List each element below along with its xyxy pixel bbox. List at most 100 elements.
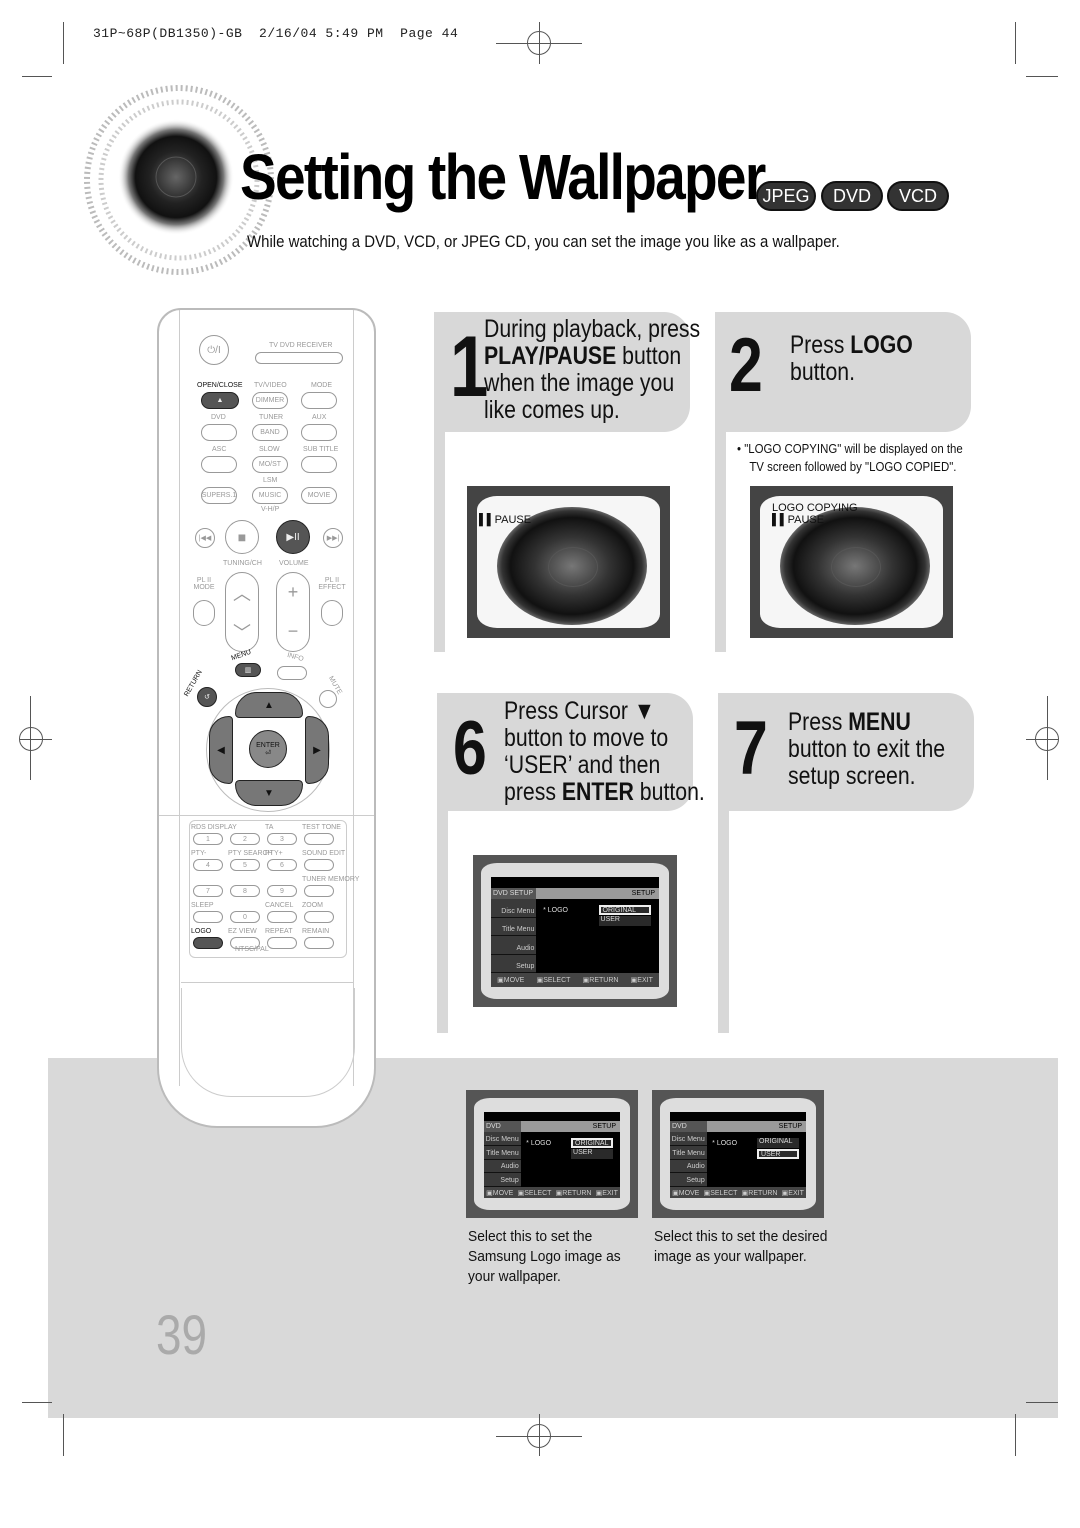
enter-label: ENTER (256, 741, 280, 749)
open-close-label: OPEN/CLOSE (197, 382, 243, 389)
tuning-rocker[interactable]: ︿ ﹀ (225, 572, 259, 652)
menu-option-user[interactable]: USER (571, 1149, 614, 1159)
stop-button[interactable]: ■ (225, 520, 259, 554)
menu-side-item[interactable]: Title Menu (491, 917, 537, 936)
print-header: 31P~68P(DB1350)-GB 2/16/04 5:49 PM Page … (93, 26, 459, 41)
open-close-button[interactable]: ▲ (201, 392, 239, 409)
logo-copying-screen: LOGO COPYING ▌▌PAUSE (750, 486, 953, 638)
tv-dvd-switch[interactable] (255, 352, 343, 364)
mute-button[interactable] (319, 690, 337, 708)
menu-side-item[interactable]: Title Menu (670, 1145, 707, 1160)
cursor-left-button[interactable]: ◀ (209, 716, 233, 784)
keypad-button[interactable] (193, 911, 223, 923)
slow-label: SLOW (259, 446, 280, 453)
keypad-button[interactable] (267, 937, 297, 949)
keypad-button[interactable]: 8 (230, 885, 260, 897)
user-option-caption: Select this to set the desired image as … (654, 1228, 828, 1265)
keypad-button[interactable]: 1 (193, 833, 223, 845)
keypad-button[interactable] (304, 859, 334, 871)
crop-mark (63, 1414, 64, 1456)
menu-option-original[interactable]: ORIGINAL (598, 905, 651, 915)
menu-option-user[interactable]: USER (757, 1149, 800, 1159)
menu-side-item[interactable]: Setup (484, 1173, 521, 1187)
pl-mode-button[interactable] (193, 600, 215, 626)
menu-side-item[interactable]: Title Menu (484, 1145, 521, 1160)
keypad-button[interactable]: 9 (267, 885, 297, 897)
subtitle-button[interactable] (301, 456, 337, 473)
most-button[interactable]: MO/ST (252, 456, 288, 473)
keypad-button[interactable] (304, 833, 334, 845)
keypad-button[interactable]: 6 (267, 859, 297, 871)
crop-mark (22, 76, 52, 77)
enter-icon: ⏎ (265, 749, 271, 757)
aux-button[interactable] (301, 424, 337, 441)
next-button[interactable]: ▶▶| (323, 528, 343, 548)
movie-button[interactable]: MOVIE (301, 487, 337, 504)
asc-button[interactable] (201, 456, 237, 473)
step-number: 2 (729, 323, 763, 408)
keypad-button[interactable] (304, 885, 334, 897)
menu-side-item[interactable]: Disc Menu (491, 899, 537, 918)
pl-effect-button[interactable] (321, 600, 343, 626)
menu-side-item[interactable]: Audio (491, 936, 537, 955)
dvd-button[interactable] (201, 424, 237, 441)
power-button[interactable]: ⏻/I (199, 335, 229, 365)
menu-header-left: DVD SETUP (491, 888, 537, 899)
menu-option-original[interactable]: ORIGINAL (757, 1138, 800, 1148)
menu-side-item[interactable]: Audio (484, 1159, 521, 1174)
play-pause-button[interactable]: ▶II (276, 520, 310, 554)
cursor-down-button[interactable]: ▼ (235, 780, 303, 806)
return-button[interactable]: ↺ (197, 687, 217, 707)
footer-move: ▣MOVE (486, 1189, 514, 1197)
menu-side-item[interactable]: Setup (670, 1173, 707, 1187)
footer-return: ▣RETURN (555, 1189, 592, 1197)
keypad-button[interactable]: 7 (193, 885, 223, 897)
menu-side-item[interactable]: Disc Menu (670, 1132, 707, 1146)
volume-rocker[interactable]: + − (276, 572, 310, 652)
step-7-card: 7 Press MENU button to exit the setup sc… (718, 693, 974, 1033)
keypad-button[interactable]: 4 (193, 859, 223, 871)
menu-button[interactable]: ▥ (235, 663, 261, 677)
logo-button[interactable] (193, 937, 223, 949)
badge-dvd: DVD (821, 181, 883, 211)
prev-button[interactable]: |◀◀ (195, 528, 215, 548)
tv-video-label: TV/VIDEO (254, 382, 287, 389)
keypad-label: TEST TONE (302, 824, 341, 831)
keypad-button[interactable]: 0 (230, 911, 260, 923)
step-1-text: During playback, press PLAY/PAUSE button… (484, 315, 701, 424)
menu-side-item[interactable]: Audio (670, 1159, 707, 1174)
dimmer-button[interactable]: DIMMER (252, 392, 288, 409)
menu-option-original[interactable]: ORIGINAL (571, 1138, 614, 1148)
keypad-button[interactable]: 3 (267, 833, 297, 845)
logo-setting-label: * LOGO (543, 907, 568, 914)
keypad-button[interactable]: 2 (230, 833, 260, 845)
ntsc-pal-label: NTSC/PAL (235, 946, 269, 953)
band-button[interactable]: BAND (252, 424, 288, 441)
menu-side-item[interactable]: Setup (491, 954, 537, 973)
music-button[interactable]: MUSIC (252, 487, 288, 504)
cursor-up-button[interactable]: ▲ (235, 692, 303, 718)
user-option-screen: DVD SETUP SETUP Disc MenuTitle MenuAudioSe… (652, 1090, 824, 1218)
menu-header-right: SETUP (592, 1123, 616, 1130)
menu-side-item[interactable]: Disc Menu (484, 1132, 521, 1146)
keypad-button[interactable] (304, 911, 334, 923)
supers-button[interactable]: SUPERS.1 (201, 487, 237, 504)
cursor-right-button[interactable]: ▶ (305, 716, 329, 784)
subtitle-label: SUB TITLE (303, 446, 339, 453)
registration-mark (527, 1424, 551, 1448)
info-button[interactable] (277, 666, 307, 680)
keypad-button[interactable] (304, 937, 334, 949)
registration-mark (527, 31, 551, 55)
keypad-label: REPEAT (265, 928, 293, 935)
mode-button[interactable] (301, 392, 337, 409)
menu-option-user[interactable]: USER (598, 916, 651, 926)
enter-button[interactable]: ENTER ⏎ (249, 730, 287, 768)
keypad-button[interactable]: 5 (230, 859, 260, 871)
osd-pause: ▌▌PAUSE (479, 514, 532, 526)
badge-jpeg: JPEG (756, 181, 816, 211)
menu-label: MENU (230, 648, 253, 663)
footer-return: ▣RETURN (741, 1189, 778, 1197)
chevron-down-icon: ﹀ (233, 622, 251, 643)
keypad-button[interactable] (267, 911, 297, 923)
original-option-caption: Select this to set the Samsung Logo imag… (468, 1228, 621, 1285)
